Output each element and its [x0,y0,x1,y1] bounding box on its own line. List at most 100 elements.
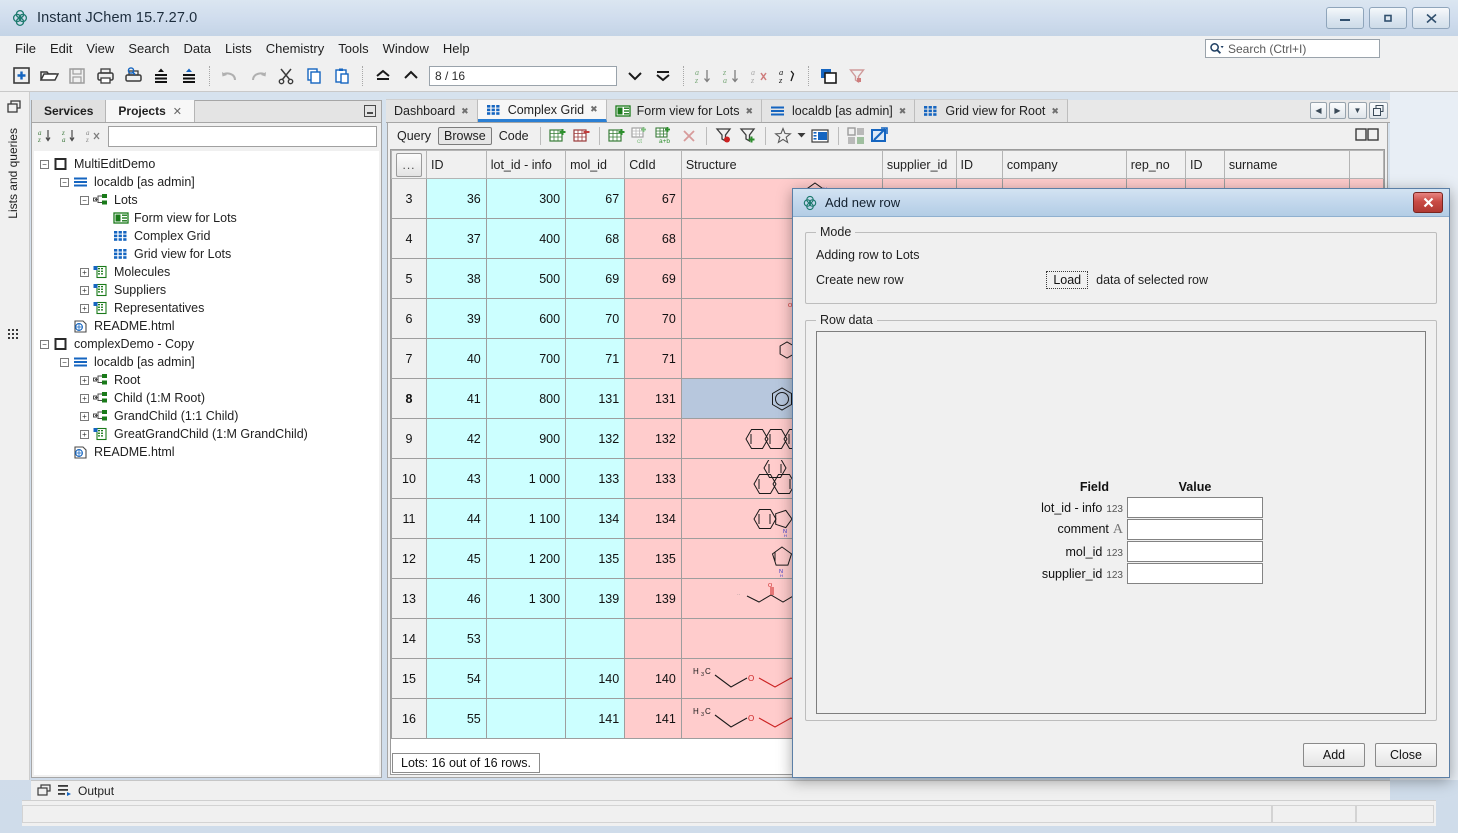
editor-tab-dashboard[interactable]: Dashboard✖ [386,99,478,122]
filter-green-icon[interactable] [737,126,759,146]
cut-icon[interactable] [273,64,299,88]
menu-item-tools[interactable]: Tools [331,39,375,58]
close-icon[interactable]: ✖ [745,106,753,117]
output-icon[interactable] [57,784,72,797]
cell-id[interactable]: 53 [427,619,487,659]
sort-clear-icon[interactable]: az [84,127,104,145]
form-config-icon[interactable] [810,126,832,146]
tree-expander[interactable]: + [80,430,89,439]
cell-lot-id[interactable]: 500 [486,259,565,299]
tree-node[interactable]: +GreatGrandChild (1:M GrandChild) [34,425,379,443]
row-number-cell[interactable]: 16 [392,699,427,739]
tree-node[interactable]: +Suppliers [34,281,379,299]
tree-node[interactable]: +Representatives [34,299,379,317]
tree-node[interactable]: README.html [34,317,379,335]
query-mode-button[interactable]: Query [392,128,436,144]
column-header-rep-no[interactable]: rep_no [1126,151,1185,179]
column-header-lot-id-info[interactable]: lot_id - info [486,151,565,179]
column-header-surname[interactable]: surname [1224,151,1350,179]
field-input-supplier-id[interactable] [1127,563,1263,584]
cell-id[interactable]: 44 [427,499,487,539]
output-tab-label[interactable]: Output [78,784,114,798]
close-button[interactable] [1412,7,1450,29]
cell-id[interactable]: 43 [427,459,487,499]
row-selector-header[interactable]: ... [392,151,427,179]
cell-lot-id[interactable]: 600 [486,299,565,339]
maximize-tab-icon[interactable] [1369,102,1388,119]
tree-node[interactable]: −MultiEditDemo [34,155,379,173]
layout-grid-icon[interactable] [845,126,867,146]
sort-asc-icon[interactable]: az [36,127,56,145]
cell-id[interactable]: 39 [427,299,487,339]
duplicate-window-icon[interactable] [816,64,842,88]
tree-node[interactable]: README.html [34,443,379,461]
sort-desc-icon[interactable]: za [60,127,80,145]
close-icon[interactable]: ✕ [173,105,182,118]
cell-id[interactable]: 38 [427,259,487,299]
tree-expander[interactable]: − [80,196,89,205]
menu-item-data[interactable]: Data [177,39,218,58]
tab-projects[interactable]: Projects ✕ [106,100,195,122]
row-header-dots[interactable]: ... [396,153,422,177]
tree-expander[interactable]: + [80,286,89,295]
row-number-cell[interactable]: 10 [392,459,427,499]
add-button[interactable]: Add [1303,743,1365,767]
cell-id[interactable]: 36 [427,179,487,219]
browse-mode-button[interactable]: Browse [438,127,492,145]
import-icon[interactable] [148,64,174,88]
lists-icon[interactable] [8,328,21,341]
cell-mol-id[interactable]: 67 [566,179,625,219]
editor-tab-complex-grid[interactable]: Complex Grid✖ [478,99,607,122]
cell-mol-id[interactable] [566,619,625,659]
menu-item-lists[interactable]: Lists [218,39,259,58]
cell-lot-id[interactable]: 1 100 [486,499,565,539]
tree-expander[interactable]: + [80,394,89,403]
column-header-id-1[interactable]: ID [427,151,487,179]
filter-red-icon[interactable] [713,126,735,146]
cell-cdid[interactable]: 67 [625,179,682,219]
lists-and-queries-label[interactable]: Lists and queries [6,128,20,219]
cell-mol-id[interactable]: 134 [566,499,625,539]
copy-icon[interactable] [301,64,327,88]
cell-cdid[interactable]: 70 [625,299,682,339]
tree-expander[interactable]: − [40,160,49,169]
cell-lot-id[interactable]: 300 [486,179,565,219]
cell-mol-id[interactable]: 132 [566,419,625,459]
cell-cdid[interactable]: 71 [625,339,682,379]
field-input-lot-id[interactable] [1127,497,1263,518]
cell-mol-id[interactable]: 133 [566,459,625,499]
row-number-cell[interactable]: 15 [392,659,427,699]
cell-mol-id[interactable]: 70 [566,299,625,339]
column-header-structure[interactable]: Structure [681,151,882,179]
cell-lot-id[interactable]: 400 [486,219,565,259]
record-position-field[interactable]: 8 / 16 [429,66,617,86]
cell-mol-id[interactable]: 140 [566,659,625,699]
cell-lot-id[interactable] [486,659,565,699]
cell-mol-id[interactable]: 71 [566,339,625,379]
row-number-cell[interactable]: 8 [392,379,427,419]
cell-cdid[interactable]: 140 [625,659,682,699]
tree-node[interactable]: −complexDemo - Copy [34,335,379,353]
projects-filter-input[interactable] [108,126,377,147]
cell-lot-id[interactable]: 1 300 [486,579,565,619]
previous-record-icon[interactable] [398,64,424,88]
cell-lot-id[interactable]: 700 [486,339,565,379]
tree-node[interactable]: −localdb [as admin] [34,173,379,191]
row-number-cell[interactable]: 14 [392,619,427,659]
cell-mol-id[interactable]: 135 [566,539,625,579]
field-input-mol-id[interactable] [1127,541,1263,562]
tab-list-icon[interactable]: ▼ [1348,102,1367,119]
minimize-button[interactable] [1326,7,1364,29]
tab-services[interactable]: Services [32,100,106,122]
tree-expander[interactable]: + [80,412,89,421]
cell-cdid[interactable]: 141 [625,699,682,739]
row-number-cell[interactable]: 9 [392,419,427,459]
cell-id[interactable]: 45 [427,539,487,579]
close-icon[interactable]: ✖ [899,106,907,117]
cell-id[interactable]: 46 [427,579,487,619]
tree-node[interactable]: +Child (1:M Root) [34,389,379,407]
cell-cdid[interactable]: 68 [625,219,682,259]
tree-expander[interactable]: + [80,376,89,385]
editor-tab-form-view-for-lots[interactable]: Form view for Lots✖ [607,99,762,122]
open-project-icon[interactable] [36,64,62,88]
